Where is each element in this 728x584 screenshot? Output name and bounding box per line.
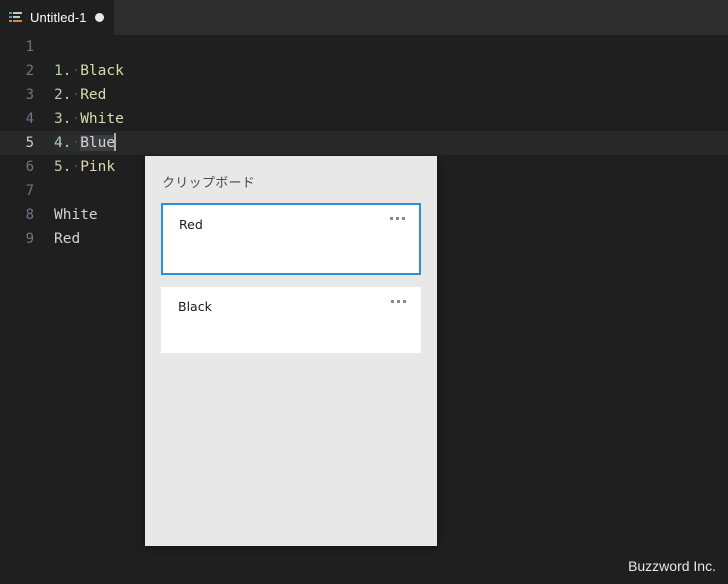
- clipboard-item-list: Red Black: [145, 203, 437, 353]
- line-content: 5.·Pink: [52, 155, 115, 179]
- clipboard-item-more-icon[interactable]: [390, 217, 405, 220]
- line-text: Red: [80, 87, 107, 103]
- line-content: White: [54, 207, 98, 223]
- editor-line[interactable]: 2 1.·Black: [0, 59, 728, 83]
- line-number: 5: [25, 135, 34, 151]
- clipboard-item[interactable]: Red: [161, 203, 421, 275]
- line-number: 1: [25, 39, 34, 55]
- text-cursor: [114, 133, 117, 151]
- line-number: 9: [25, 231, 34, 247]
- clipboard-panel-title: クリップボード: [162, 176, 256, 191]
- whitespace-dot: ·: [71, 63, 81, 79]
- tab-untitled-1[interactable]: Untitled-1: [0, 0, 114, 35]
- line-text: White: [80, 111, 124, 127]
- line-text: Pink: [80, 159, 116, 175]
- list-marker: 2.: [54, 87, 72, 103]
- clipboard-item-text: Red: [179, 217, 203, 232]
- line-content: [52, 179, 54, 203]
- line-content: Red: [54, 231, 81, 247]
- line-content: 4.·Blue: [52, 131, 117, 155]
- line-content: 2.·Red: [52, 83, 106, 107]
- line-number: 4: [25, 111, 34, 127]
- whitespace-dot: ·: [71, 135, 81, 151]
- line-text: Black: [80, 63, 124, 79]
- editor-line[interactable]: 3 2.·Red: [0, 83, 728, 107]
- line-number: 7: [25, 183, 34, 199]
- list-marker: 3.: [54, 111, 72, 127]
- line-number: 2: [25, 63, 34, 79]
- line-number: 6: [25, 159, 34, 175]
- line-content: 3.·White: [52, 107, 124, 131]
- tab-bar: Untitled-1: [0, 0, 728, 35]
- editor-line[interactable]: 4 3.·White: [0, 107, 728, 131]
- line-content: 1.·Black: [52, 59, 124, 83]
- line-content: [52, 35, 54, 59]
- clipboard-item-more-icon[interactable]: [391, 300, 406, 303]
- line-number: 8: [25, 207, 34, 223]
- clipboard-item[interactable]: Black: [161, 287, 421, 353]
- tab-title: Untitled-1: [30, 10, 87, 25]
- line-number: 3: [25, 87, 34, 103]
- clipboard-panel[interactable]: クリップボード Red Black: [145, 156, 437, 546]
- tab-unsaved-indicator[interactable]: [94, 13, 104, 22]
- selected-text: Blue: [80, 135, 116, 151]
- whitespace-dot: ·: [71, 159, 81, 175]
- list-marker: 4.: [54, 135, 72, 151]
- whitespace-dot: ·: [71, 87, 81, 103]
- editor-line-active[interactable]: 5 4.·Blue: [0, 131, 728, 155]
- list-marker: 5.: [54, 159, 72, 175]
- whitespace-dot: ·: [71, 111, 81, 127]
- footer-brand: Buzzword Inc.: [628, 558, 716, 574]
- list-marker: 1.: [54, 63, 72, 79]
- clipboard-item-text: Black: [178, 299, 212, 314]
- editor-line[interactable]: 1: [0, 35, 728, 59]
- text-file-icon: [9, 11, 22, 22]
